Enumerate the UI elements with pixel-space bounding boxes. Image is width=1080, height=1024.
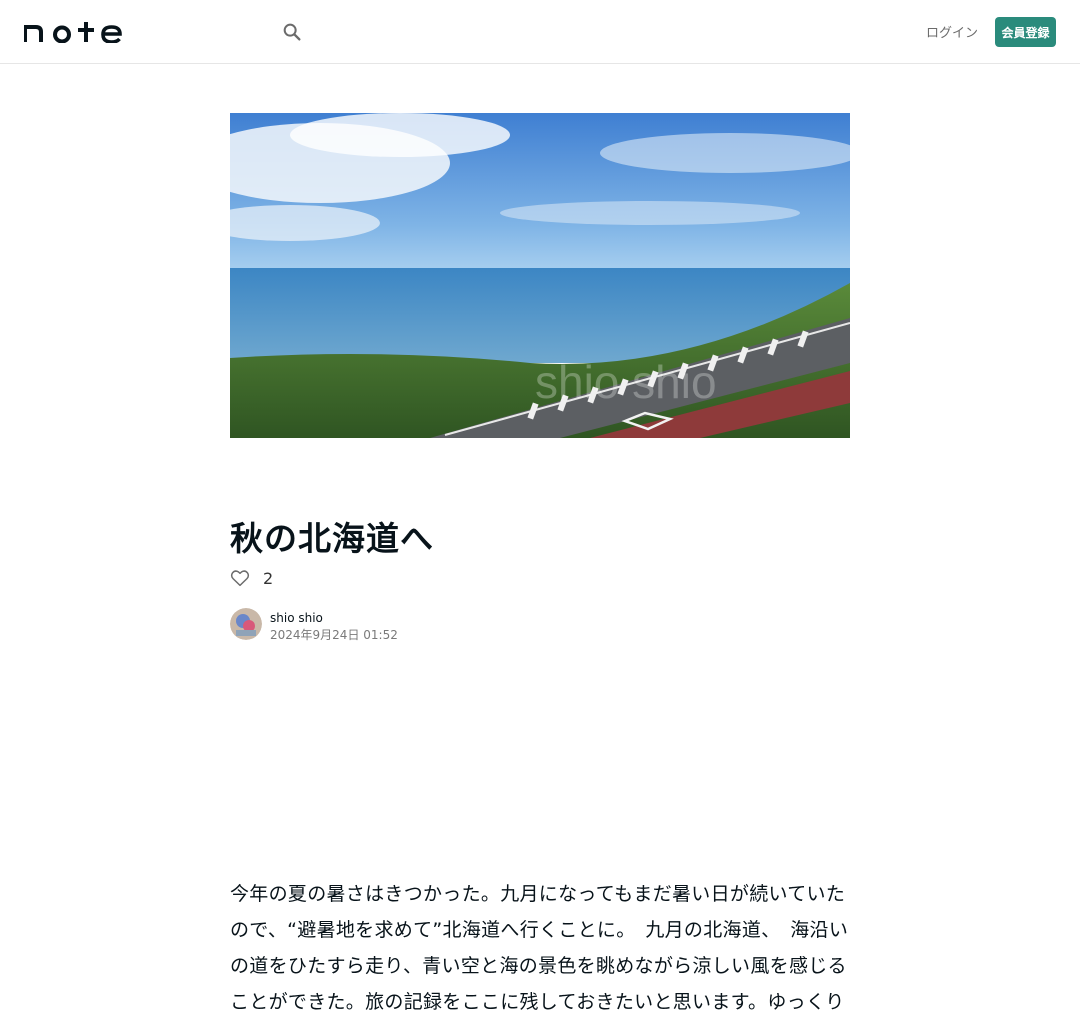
login-link[interactable]: ログイン	[926, 22, 978, 42]
like-row: 2	[230, 566, 273, 590]
watermark-text: shio shio	[535, 356, 717, 408]
signup-button[interactable]: 会員登録	[995, 17, 1056, 47]
like-count: 2	[263, 568, 274, 588]
post-date: 2024年9月24日 01:52	[270, 628, 398, 642]
article-body: 今年の夏の暑さはきつかった。九月になってもまだ暑い日が続いていたので、“避暑地を…	[230, 883, 849, 1013]
note-logo[interactable]	[23, 21, 124, 44]
author-meta: shio shio 2024年9月24日 01:52	[270, 610, 398, 644]
hero-image: shio shio	[230, 113, 850, 438]
author-block: shio shio 2024年9月24日 01:52	[230, 608, 398, 644]
search-button[interactable]	[278, 18, 306, 46]
article-title: 秋の北海道へ	[230, 519, 434, 558]
avatar[interactable]	[230, 608, 262, 640]
heart-icon[interactable]	[230, 569, 250, 587]
top-header: ログイン 会員登録	[0, 0, 1080, 64]
author-name[interactable]: shio shio	[270, 610, 398, 626]
search-icon	[283, 23, 301, 41]
